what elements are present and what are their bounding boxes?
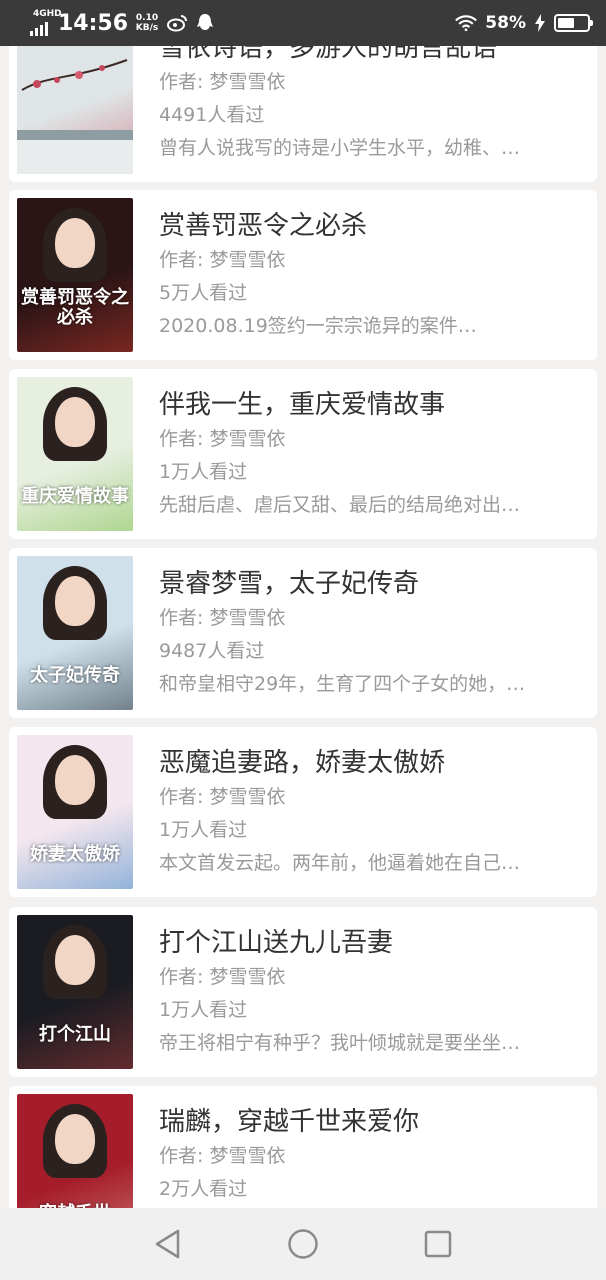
book-cover-image[interactable]: 打个江山	[17, 915, 133, 1069]
speed-unit: KB/s	[135, 23, 159, 33]
weibo-icon	[166, 12, 188, 34]
book-info: 雪依诗语，多游人的胡言乱语作者: 梦雪雪依 4491人看过曾有人说我写的诗是小学生…	[159, 46, 574, 165]
recents-icon[interactable]	[418, 1224, 458, 1264]
network-type: 4GHD	[33, 9, 62, 19]
cover-title-text: 娇妻太傲娇	[30, 844, 120, 865]
book-view-count: 1万人看过	[159, 819, 248, 841]
book-info: 伴我一生，重庆爱情故事作者: 梦雪雪依 1万人看过先甜后虐、虐后又甜、最后的结局绝…	[159, 387, 574, 522]
book-info: 恶魔追妻路，娇妻太傲娇作者: 梦雪雪依 1万人看过本文首发云起。两年前，他逼着她在…	[159, 745, 574, 880]
network-speed: 0.10 KB/s	[134, 13, 160, 33]
book-cover-image[interactable]: 穿越千世	[17, 1094, 133, 1208]
cover-figure-face	[55, 576, 95, 626]
book-card[interactable]: 重庆爱情故事 伴我一生，重庆爱情故事作者: 梦雪雪依 1万人看过先甜后虐、虐后又甜、…	[9, 369, 597, 539]
book-description: 2020.08.19签约一宗宗诡异的案件…	[159, 315, 477, 337]
cover-title-text: 太子妃传奇	[30, 665, 120, 686]
cover-figure-face	[55, 218, 95, 268]
book-view-count: 1万人看过	[159, 461, 248, 483]
cover-title-text: 重庆爱情故事	[21, 486, 129, 507]
cover-figure-face	[55, 755, 95, 805]
charging-icon	[534, 12, 546, 34]
book-card[interactable]: 穿越千世瑞麟，穿越千世来爱你作者: 梦雪雪依 2万人看过	[9, 1086, 597, 1208]
book-cover-image[interactable]: 重庆爱情故事	[17, 377, 133, 531]
battery-fill	[558, 18, 575, 28]
book-author: 作者: 梦雪雪依	[159, 249, 286, 271]
book-title: 景睿梦雪，太子妃传奇	[159, 569, 420, 599]
book-view-count: 4491人看过	[159, 104, 265, 126]
cover-figure-face	[55, 1114, 95, 1164]
book-info: 瑞麟，穿越千世来爱你作者: 梦雪雪依 2万人看过	[159, 1104, 574, 1206]
book-author: 作者: 梦雪雪依	[159, 966, 286, 988]
navigation-bar	[0, 1208, 606, 1280]
book-cover-image[interactable]	[17, 46, 133, 174]
book-cover-image[interactable]: 太子妃传奇	[17, 556, 133, 710]
battery-icon	[554, 14, 593, 32]
book-description: 帝王将相宁有种乎？我叶倾城就是要坐坐…	[159, 1032, 521, 1054]
book-title: 雪依诗语，多游人的胡言乱语	[159, 46, 498, 63]
book-card[interactable]: 赏善罚恶令之必杀 赏善罚恶令之必杀 作者: 梦雪雪依 5万人看过 2020.08.19签…	[9, 190, 597, 360]
book-author: 作者: 梦雪雪依	[159, 786, 286, 808]
book-description: 先甜后虐、虐后又甜、最后的结局绝对出…	[159, 494, 521, 516]
book-info: 打个江山送九儿吾妻作者: 梦雪雪依 1万人看过帝王将相宁有种乎？我叶倾城就是要坐坐…	[159, 925, 574, 1060]
book-title: 赏善罚恶令之必杀	[159, 211, 368, 241]
book-description: 本文首发云起。两年前，他逼着她在自己…	[159, 852, 521, 874]
book-view-count: 2万人看过	[159, 1178, 248, 1200]
signal-icon	[30, 22, 48, 36]
cover-figure-face	[55, 397, 95, 447]
book-view-count: 1万人看过	[159, 999, 248, 1021]
book-card[interactable]: 打个江山 打个江山送九儿吾妻作者: 梦雪雪依 1万人看过帝王将相宁有种乎？我叶倾城就…	[9, 907, 597, 1077]
status-bar: 4GHD 14:56 0.10 KB/s 58%	[0, 0, 606, 46]
book-title: 恶魔追妻路，娇妻太傲娇	[159, 748, 446, 778]
book-author: 作者: 梦雪雪依	[159, 71, 286, 93]
book-description: 和帝皇相守29年，生育了四个子女的她，…	[159, 673, 526, 695]
book-cover-image[interactable]: 赏善罚恶令之必杀	[17, 198, 133, 352]
book-card[interactable]: 雪依诗语，多游人的胡言乱语作者: 梦雪雪依 4491人看过曾有人说我写的诗是小学生…	[9, 46, 597, 182]
book-title: 打个江山送九儿吾妻	[159, 928, 394, 958]
cover-title-text: 打个江山	[39, 1024, 111, 1045]
book-author: 作者: 梦雪雪依	[159, 1145, 286, 1167]
book-view-count: 5万人看过	[159, 282, 248, 304]
book-description: 曾有人说我写的诗是小学生水平，幼稚、…	[159, 137, 521, 159]
battery-percent: 58%	[485, 13, 526, 33]
speed-value: 0.10	[135, 13, 159, 23]
back-icon[interactable]	[148, 1224, 188, 1264]
clock: 14:56	[58, 10, 129, 36]
wifi-icon	[455, 12, 478, 34]
book-view-count: 9487人看过	[159, 640, 265, 662]
book-title: 伴我一生，重庆爱情故事	[159, 390, 446, 420]
cover-figure-face	[55, 935, 95, 985]
book-title: 瑞麟，穿越千世来爱你	[159, 1107, 420, 1137]
book-card[interactable]: 太子妃传奇 景睿梦雪，太子妃传奇作者: 梦雪雪依 9487人看过和帝皇相守29年，生…	[9, 548, 597, 718]
book-cover-image[interactable]: 娇妻太傲娇	[17, 735, 133, 889]
cover-title-text: 赏善罚恶令之必杀	[21, 287, 129, 328]
book-info: 赏善罚恶令之必杀作者: 梦雪雪依 5万人看过 2020.08.19签约一宗宗诡异的案…	[159, 208, 574, 343]
home-icon[interactable]	[283, 1224, 323, 1264]
book-info: 景睿梦雪，太子妃传奇作者: 梦雪雪依 9487人看过和帝皇相守29年，生育了四个子…	[159, 566, 574, 701]
book-list[interactable]: 雪依诗语，多游人的胡言乱语作者: 梦雪雪依 4491人看过曾有人说我写的诗是小学生…	[0, 46, 606, 1208]
book-author: 作者: 梦雪雪依	[159, 607, 286, 629]
book-card[interactable]: 娇妻太傲娇 恶魔追妻路，娇妻太傲娇作者: 梦雪雪依 1万人看过本文首发云起。两年前，…	[9, 727, 597, 897]
book-author: 作者: 梦雪雪依	[159, 428, 286, 450]
cover-branch-art	[17, 59, 133, 174]
qq-icon	[194, 12, 216, 34]
